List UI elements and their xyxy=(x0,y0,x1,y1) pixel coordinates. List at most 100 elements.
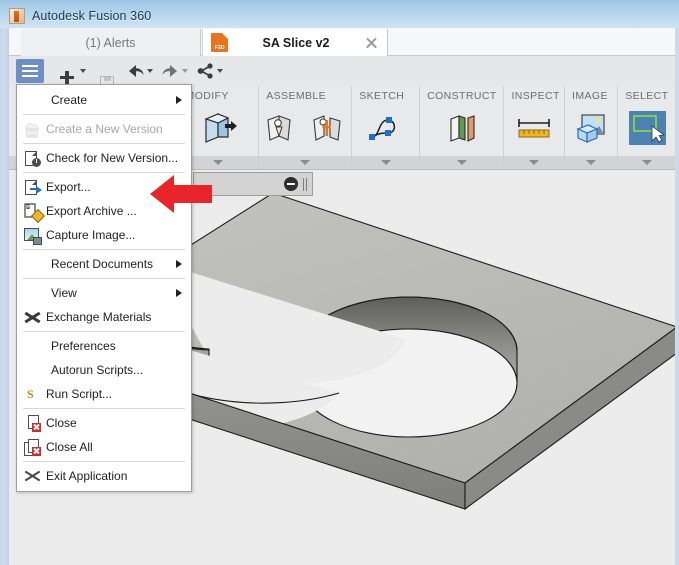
ribbon-panel-select: SELECT xyxy=(618,86,676,169)
menu-item-recent-documents[interactable]: Recent Documents xyxy=(17,252,191,276)
fusion-360-logo-icon xyxy=(9,8,25,24)
menu-item-check-for-new-version[interactable]: Check for New Version... xyxy=(17,146,191,170)
menu-item-create-a-new-version: Create a New Version xyxy=(17,117,191,141)
menu-item-preferences[interactable]: Preferences xyxy=(17,334,191,358)
share-nodes-icon xyxy=(196,62,215,80)
menu-separator xyxy=(23,278,185,279)
share-button[interactable] xyxy=(196,59,223,83)
resize-grip-icon[interactable] xyxy=(303,177,307,191)
ribbon-panel-assemble-label: ASSEMBLE xyxy=(266,90,327,102)
chevron-down-icon[interactable] xyxy=(529,160,540,165)
menu-item-close[interactable]: Close xyxy=(17,411,191,435)
menu-item-run-script-label: Run Script... xyxy=(46,387,113,401)
check-version-icon xyxy=(24,150,41,167)
export-archive-icon xyxy=(24,202,46,223)
menu-separator xyxy=(23,331,185,332)
menu-item-create-label: Create xyxy=(51,93,88,107)
spline-sketch-icon[interactable] xyxy=(364,107,408,149)
run-script-icon: S xyxy=(27,386,34,401)
tab-alerts[interactable]: (1) Alerts xyxy=(21,29,201,56)
browser-panel-header[interactable] xyxy=(193,172,313,196)
capture-image-icon xyxy=(24,227,42,245)
export-icon xyxy=(24,179,42,196)
menu-item-recent-documents-label: Recent Documents xyxy=(51,257,154,271)
menu-separator xyxy=(23,143,185,144)
press-pull-icon[interactable] xyxy=(196,107,240,149)
window-frame-right xyxy=(675,0,679,565)
file-menu-button[interactable] xyxy=(16,59,44,83)
joint-icon[interactable] xyxy=(307,107,351,149)
tab-strip: (1) Alerts SA Slice v2 xyxy=(9,28,675,56)
fusion360-window: Autodesk Fusion 360 (1) Alerts SA Slice … xyxy=(0,0,679,565)
menu-item-create-a-new-version-label: Create a New Version xyxy=(46,122,163,136)
menu-item-exit-application-label: Exit Application xyxy=(46,469,128,483)
quick-access-toolbar xyxy=(9,56,675,89)
ribbon-panel-select-label: SELECT xyxy=(625,90,669,102)
construction-plane-icon[interactable] xyxy=(440,107,484,149)
chevron-down-icon xyxy=(147,69,153,73)
menu-item-exchange-materials[interactable]: Exchange Materials xyxy=(17,305,191,329)
undo-button[interactable] xyxy=(126,59,153,83)
ribbon-panel-inspect-label: INSPECT xyxy=(511,90,560,102)
chevron-down-icon xyxy=(182,69,188,73)
measure-ruler-icon[interactable] xyxy=(512,107,556,149)
exit-application-icon xyxy=(24,468,41,485)
ribbon-panel-image-label: IMAGE xyxy=(572,90,608,102)
save-button[interactable] xyxy=(96,59,118,89)
title-bar: Autodesk Fusion 360 xyxy=(0,0,679,28)
hamburger-menu-icon xyxy=(16,59,44,83)
menu-item-export[interactable]: Export... xyxy=(17,175,191,199)
submenu-arrow-icon xyxy=(176,260,182,268)
close-all-documents-icon xyxy=(24,438,41,456)
menu-separator xyxy=(23,172,185,173)
menu-item-run-script[interactable]: S Run Script... xyxy=(17,382,191,406)
tab-alerts-label: (1) Alerts xyxy=(85,35,136,50)
menu-item-exchange-materials-label: Exchange Materials xyxy=(46,310,152,324)
menu-item-export-archive-label: Export Archive ... xyxy=(46,204,137,218)
menu-item-exit-application[interactable]: Exit Application xyxy=(17,464,191,488)
undo-arrow-icon xyxy=(126,62,145,80)
menu-item-export-archive[interactable]: Export Archive ... xyxy=(17,199,191,223)
ribbon-panel-inspect: INSPECT xyxy=(504,86,566,169)
chevron-down-icon[interactable] xyxy=(586,160,597,165)
menu-item-autorun-scripts[interactable]: Autorun Scripts... xyxy=(17,358,191,382)
window-title: Autodesk Fusion 360 xyxy=(32,9,152,23)
ribbon-panel-sketch-label: SKETCH xyxy=(359,90,405,102)
menu-item-check-for-new-version-label: Check for New Version... xyxy=(46,151,179,165)
menu-item-close-all[interactable]: Close All xyxy=(17,435,191,459)
menu-item-capture-image[interactable]: Capture Image... xyxy=(17,223,191,247)
menu-item-view-label: View xyxy=(51,286,77,300)
chevron-down-icon[interactable] xyxy=(456,160,467,165)
menu-separator xyxy=(23,461,185,462)
new-component-icon[interactable] xyxy=(259,107,303,149)
new-button[interactable] xyxy=(56,59,86,85)
chevron-down-icon xyxy=(80,69,86,73)
redo-button[interactable] xyxy=(161,59,188,83)
submenu-arrow-icon xyxy=(176,289,182,297)
chevron-down-icon[interactable] xyxy=(213,160,224,165)
collapse-minus-icon[interactable] xyxy=(284,177,298,191)
menu-separator xyxy=(23,114,185,115)
window-frame-left xyxy=(0,0,9,565)
ribbon-panel-construct-label: CONSTRUCT xyxy=(427,90,497,102)
menu-separator xyxy=(23,249,185,250)
redo-arrow-icon xyxy=(161,62,180,80)
ribbon-panel-sketch: SKETCH xyxy=(352,86,421,169)
tab-document-label: SA Slice v2 xyxy=(262,35,330,50)
chevron-down-icon[interactable] xyxy=(380,160,391,165)
file-menu-popup: Create Create a New Version Check for Ne… xyxy=(16,84,192,492)
menu-item-close-label: Close xyxy=(46,416,77,430)
capture-image-icon[interactable] xyxy=(569,107,613,149)
close-icon[interactable] xyxy=(364,35,379,50)
tab-document[interactable]: SA Slice v2 xyxy=(202,29,388,56)
chevron-down-icon[interactable] xyxy=(641,160,652,165)
menu-item-autorun-scripts-label: Autorun Scripts... xyxy=(51,363,144,377)
menu-separator xyxy=(23,408,185,409)
menu-item-view[interactable]: View xyxy=(17,281,191,305)
save-cloud-icon xyxy=(24,121,41,138)
ribbon-panel-image: IMAGE xyxy=(565,86,619,169)
menu-item-create[interactable]: Create xyxy=(17,88,191,112)
select-cursor-icon[interactable] xyxy=(625,107,669,149)
chevron-down-icon[interactable] xyxy=(300,160,311,165)
ribbon-panel-construct: CONSTRUCT xyxy=(420,86,505,169)
